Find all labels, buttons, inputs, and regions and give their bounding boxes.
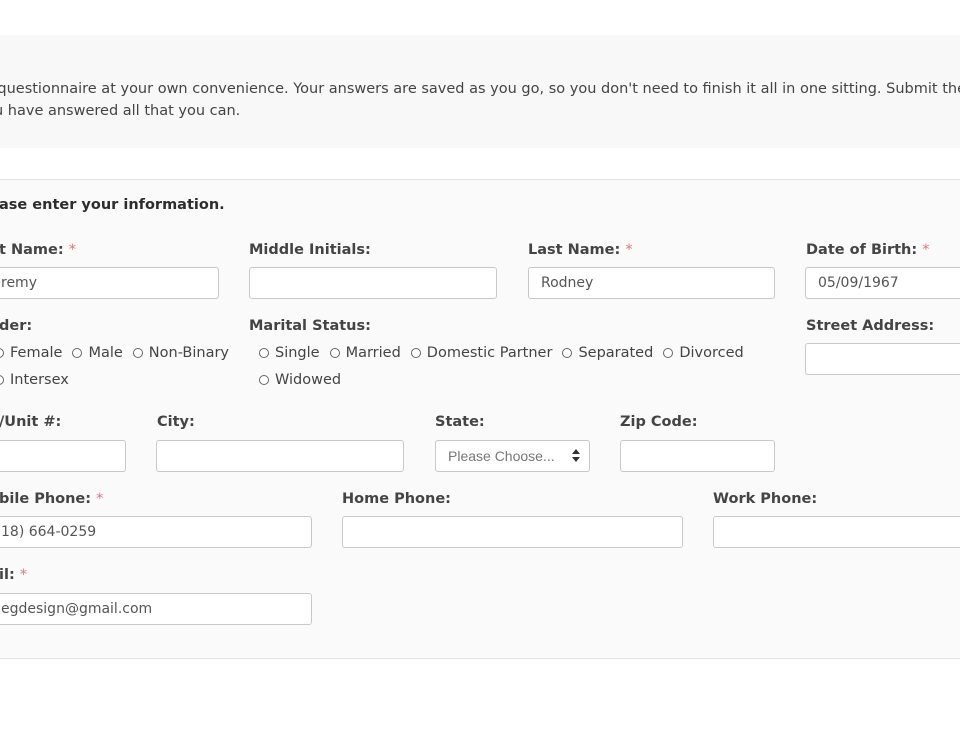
marital-option-separated[interactable]: Separated — [562, 345, 653, 361]
radio-icon[interactable] — [329, 348, 340, 358]
intro-line-2: u have answered all that you can. — [0, 103, 241, 119]
marital-option-single[interactable]: Single — [259, 345, 320, 361]
email-input[interactable]: egdesign@gmail.com — [0, 593, 312, 625]
intro-line-1: his questionnaire at your own convenienc… — [0, 81, 960, 97]
zip-code-input[interactable] — [620, 440, 775, 472]
dob-label: Date of Birth: * — [806, 242, 930, 258]
radio-icon[interactable] — [132, 348, 143, 358]
marital-option-married[interactable]: Married — [329, 345, 401, 361]
intro-text: his questionnaire at your own convenienc… — [0, 78, 960, 122]
unit-label: /Unit #: — [0, 414, 62, 430]
radio-icon[interactable] — [562, 348, 573, 358]
radio-icon[interactable] — [0, 375, 4, 385]
gender-option-intersex[interactable]: Intersex — [0, 372, 69, 388]
unit-input[interactable] — [0, 440, 126, 472]
radio-icon[interactable] — [259, 348, 269, 358]
select-caret-icon — [572, 448, 580, 464]
mobile-phone-label: bile Phone: * — [0, 491, 104, 507]
required-mark: * — [922, 242, 930, 258]
gender-options-row2: Intersex — [0, 372, 69, 388]
marital-options-row1: Single Married Domestic Partner Separate… — [259, 345, 744, 361]
street-address-input[interactable] — [805, 343, 960, 375]
radio-icon[interactable] — [663, 348, 674, 358]
first-name-input[interactable]: remy — [0, 267, 219, 299]
required-mark: * — [19, 567, 28, 583]
last-name-label: Last Name: * — [528, 242, 633, 258]
marital-status-label: Marital Status: — [249, 318, 371, 334]
home-phone-input[interactable] — [342, 516, 683, 548]
radio-icon[interactable] — [72, 348, 83, 358]
required-mark: * — [625, 242, 633, 258]
state-selected-value: Please Choose... — [448, 448, 555, 464]
radio-icon[interactable] — [0, 348, 4, 358]
marital-options-row2: Widowed — [259, 372, 341, 388]
radio-icon[interactable] — [259, 375, 269, 385]
last-name-input[interactable]: Rodney — [528, 267, 775, 299]
gender-option-female[interactable]: Female — [0, 345, 62, 361]
street-address-label: Street Address: — [806, 318, 935, 334]
required-mark: * — [68, 242, 76, 258]
work-phone-label: Work Phone: — [713, 491, 818, 507]
mobile-phone-input[interactable]: 18) 664-0259 — [0, 516, 312, 548]
gender-options-row1: Female Male Non-Binary — [0, 345, 229, 361]
middle-initials-label: Middle Initials: — [249, 242, 371, 258]
first-name-label: t Name: * — [0, 242, 76, 258]
dob-input[interactable]: 05/09/1967 — [805, 267, 960, 299]
gender-option-male[interactable]: Male — [72, 345, 123, 361]
middle-initials-input[interactable] — [249, 267, 497, 299]
marital-option-domestic-partner[interactable]: Domestic Partner — [410, 345, 552, 361]
required-mark: * — [96, 491, 104, 507]
state-label: State: — [435, 414, 485, 430]
gender-label: der: — [0, 318, 33, 334]
home-phone-label: Home Phone: — [342, 491, 451, 507]
marital-option-widowed[interactable]: Widowed — [259, 372, 341, 388]
form-heading: ase enter your information. — [0, 197, 225, 213]
state-select[interactable]: Please Choose... — [435, 440, 590, 472]
email-label: il: * — [0, 567, 28, 583]
city-label: City: — [157, 414, 195, 430]
zip-code-label: Zip Code: — [620, 414, 698, 430]
gender-option-non-binary[interactable]: Non-Binary — [132, 345, 229, 361]
work-phone-input[interactable] — [713, 516, 960, 548]
marital-option-divorced[interactable]: Divorced — [663, 345, 744, 361]
radio-icon[interactable] — [410, 348, 421, 358]
city-input[interactable] — [156, 440, 404, 472]
